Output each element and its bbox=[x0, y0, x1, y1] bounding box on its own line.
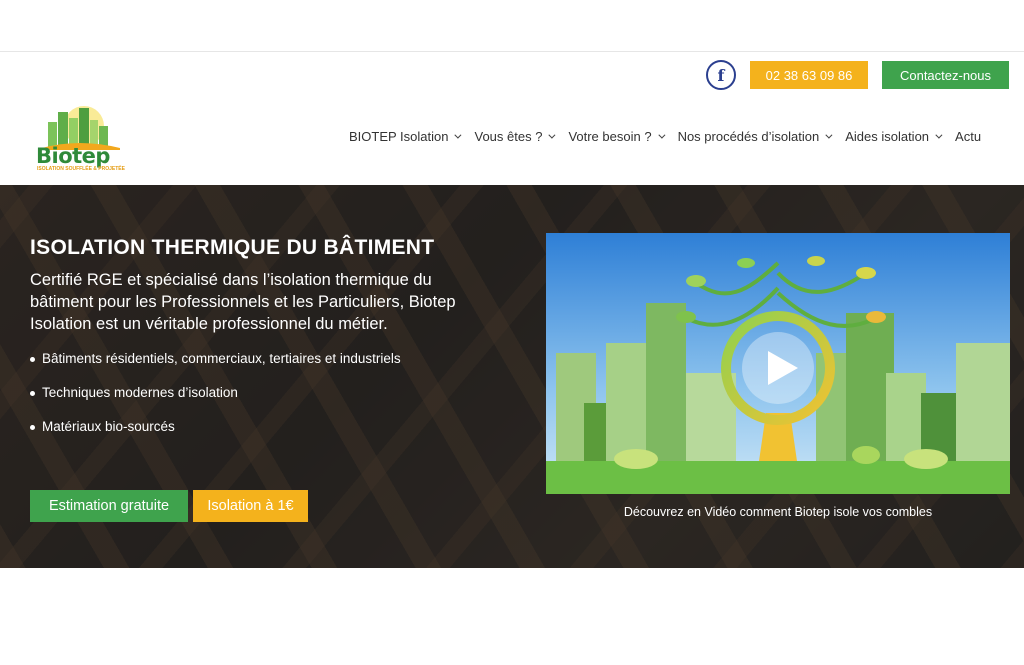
header-divider bbox=[0, 51, 1024, 52]
video-thumbnail bbox=[546, 233, 1010, 494]
nav-item-label: Nos procédés d’isolation bbox=[677, 129, 820, 144]
contact-button[interactable]: Contactez-nous bbox=[882, 61, 1009, 89]
video-player[interactable] bbox=[546, 233, 1010, 494]
nav-item-label: Vous êtes ? bbox=[474, 129, 543, 144]
top-bar: f 02 38 63 09 86 Contactez-nous bbox=[706, 60, 1009, 90]
isolation-1-euro-button[interactable]: Isolation à 1€ bbox=[193, 490, 308, 522]
chevron-down-icon bbox=[454, 131, 462, 139]
chevron-down-icon bbox=[935, 131, 943, 139]
hero-cta-group: Estimation gratuite Isolation à 1€ bbox=[30, 490, 308, 522]
hero-bullets: Bâtiments résidentiels, commerciaux, ter… bbox=[30, 351, 510, 434]
logo-name: Biotep bbox=[36, 144, 110, 168]
nav-item-label: Actu bbox=[955, 129, 982, 144]
nav-item-biotep-isolation[interactable]: BIOTEP Isolation bbox=[349, 129, 462, 144]
video-caption: Découvrez en Vidéo comment Biotep isole … bbox=[623, 505, 933, 519]
nav-item-votre-besoin[interactable]: Votre besoin ? bbox=[568, 129, 666, 144]
nav-item-procedes[interactable]: Nos procédés d’isolation bbox=[677, 129, 833, 144]
list-item: Matériaux bio-sourcés bbox=[30, 419, 510, 434]
nav-item-label: Aides isolation bbox=[845, 129, 930, 144]
phone-button[interactable]: 02 38 63 09 86 bbox=[750, 61, 868, 89]
nav-item-aides[interactable]: Aides isolation bbox=[845, 129, 943, 144]
nav-item-label: BIOTEP Isolation bbox=[349, 129, 449, 144]
main-nav: BIOTEP Isolation Vous êtes ? Votre besoi… bbox=[349, 129, 981, 144]
chevron-down-icon bbox=[657, 131, 666, 139]
hero-content: ISOLATION THERMIQUE DU BÂTIMENT Certifié… bbox=[30, 236, 510, 453]
hero-description: Certifié RGE et spécialisé dans l’isolat… bbox=[30, 271, 456, 333]
nav-item-actu[interactable]: Actu bbox=[955, 129, 981, 144]
estimation-button[interactable]: Estimation gratuite bbox=[30, 490, 188, 522]
nav-item-label: Votre besoin ? bbox=[568, 129, 652, 144]
facebook-icon[interactable]: f bbox=[706, 60, 736, 90]
list-item: Bâtiments résidentiels, commerciaux, ter… bbox=[30, 351, 510, 366]
chevron-down-icon bbox=[825, 131, 833, 139]
chevron-down-icon bbox=[548, 131, 556, 139]
list-item: Techniques modernes d’isolation bbox=[30, 385, 510, 400]
logo-tagline: ISOLATION SOUFFLÉE & PROJETÉE bbox=[37, 166, 125, 172]
nav-item-vous-etes[interactable]: Vous êtes ? bbox=[474, 129, 556, 144]
hero-title: ISOLATION THERMIQUE DU BÂTIMENT bbox=[30, 236, 435, 259]
logo[interactable]: Biotep ISOLATION SOUFFLÉE & PROJETÉE bbox=[34, 104, 125, 176]
